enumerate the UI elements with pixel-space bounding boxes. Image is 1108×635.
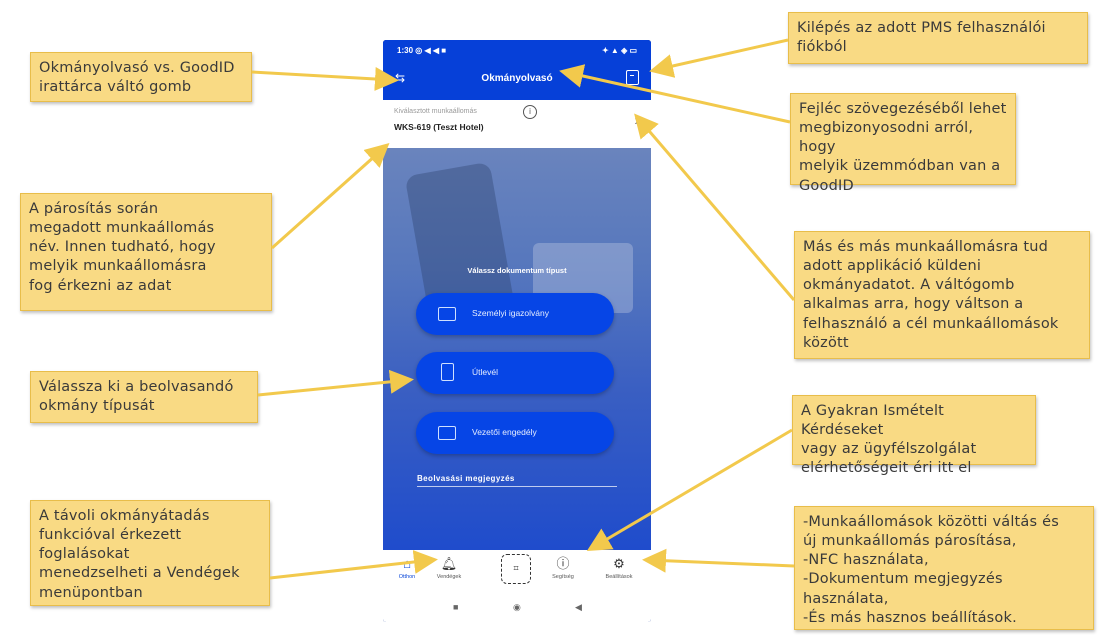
annotation-arrows [251, 38, 796, 580]
arrow-switch [251, 66, 399, 91]
arrow-header-mode [559, 64, 791, 124]
arrow-faq [586, 428, 793, 552]
arrow-workstation-name [271, 143, 390, 250]
arrow-workstation-switch [634, 113, 796, 301]
arrow-remote-transfer [269, 550, 438, 580]
arrow-doc-type [257, 369, 414, 397]
arrow-logout [649, 38, 789, 78]
arrow-settings [642, 548, 795, 573]
